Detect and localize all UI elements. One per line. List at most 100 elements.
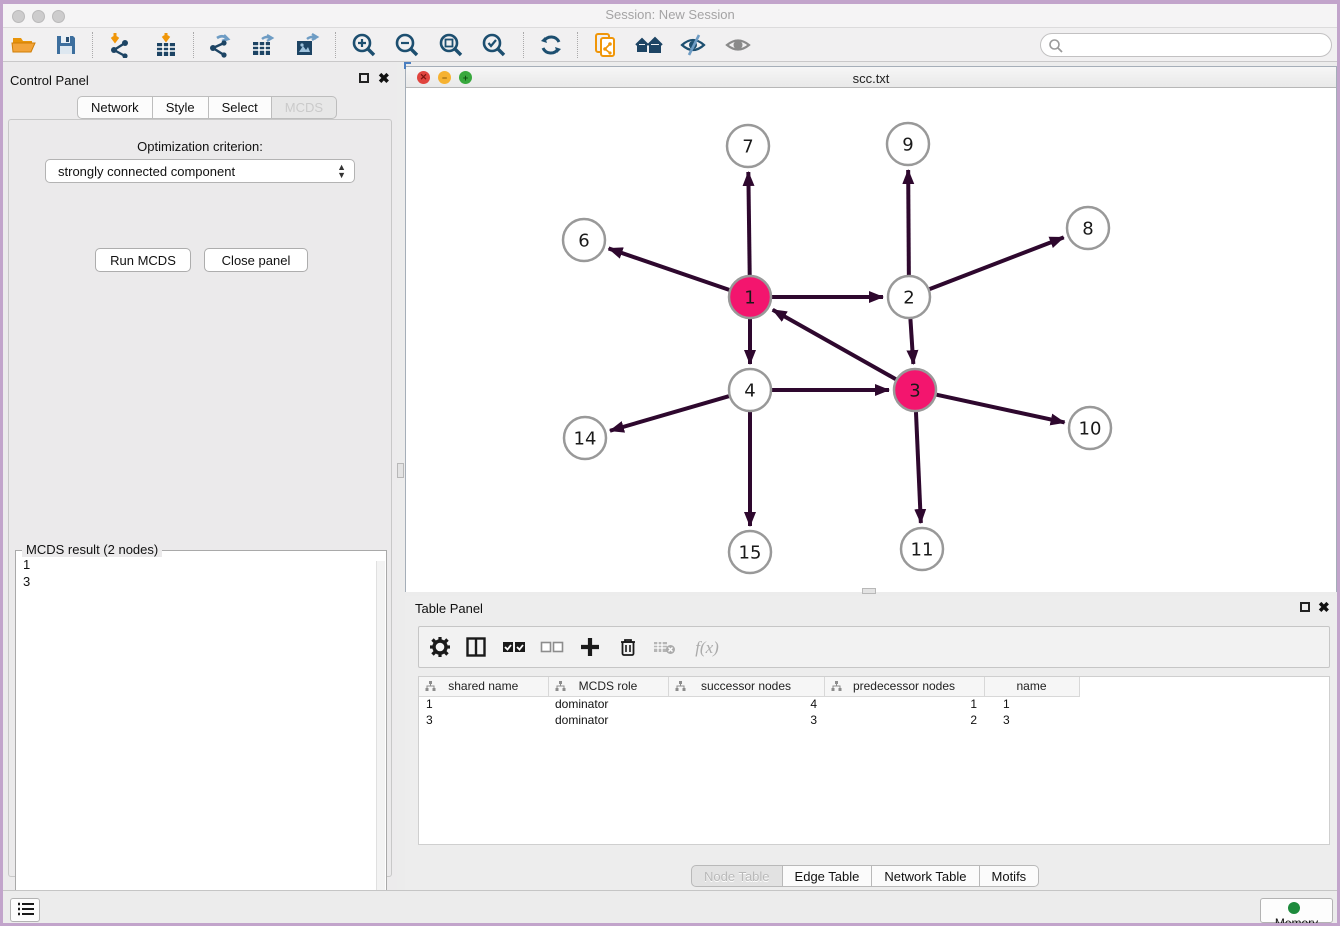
network-canvas[interactable]: 1234678910111415 <box>406 88 1336 592</box>
graph-edge-2-3[interactable] <box>910 319 913 364</box>
title-bar: Session: New Session <box>0 0 1340 28</box>
node-table-container: shared name MCDS role successor nodes pr… <box>418 676 1330 845</box>
apply-layout-button[interactable] <box>535 30 567 60</box>
dropdown-stepper-icon: ▲▼ <box>337 163 346 179</box>
deselect-all-rows-button[interactable] <box>537 633 567 663</box>
memory-status-dot <box>1288 902 1300 914</box>
criterion-dropdown[interactable]: strongly connected component ▲▼ <box>45 159 355 183</box>
clone-network-icon <box>593 32 619 58</box>
table-cell[interactable]: 3 <box>984 712 1079 728</box>
zoom-fit-button[interactable] <box>435 30 467 60</box>
export-table-icon <box>250 32 276 58</box>
open-session-button[interactable] <box>8 30 40 60</box>
column-header-successor-nodes[interactable]: successor nodes <box>668 677 824 696</box>
tab-node-table[interactable]: Node Table <box>691 865 783 887</box>
control-panel: Control Panel ✖ Network Style Select MCD… <box>0 62 397 890</box>
toolbar-separator <box>577 32 578 58</box>
column-tree-icon <box>831 681 842 692</box>
graph-edge-1-7[interactable] <box>748 172 749 275</box>
close-table-panel-icon[interactable]: ✖ <box>1318 601 1330 613</box>
refresh-icon <box>538 32 564 58</box>
graph-node-label: 8 <box>1082 219 1093 240</box>
graph-edge-3-11[interactable] <box>916 412 921 523</box>
zoom-in-button[interactable] <box>348 30 380 60</box>
table-cell[interactable]: dominator <box>548 696 668 712</box>
status-bar: Memory <box>0 890 1340 923</box>
column-header-name[interactable]: name <box>984 677 1079 696</box>
graph-edge-4-14[interactable] <box>610 396 729 431</box>
mcds-panel: Optimization criterion: strongly connect… <box>8 119 392 877</box>
export-image-icon <box>294 32 320 58</box>
table-cell[interactable]: 1 <box>984 696 1079 712</box>
float-table-panel-icon[interactable] <box>1300 602 1310 612</box>
column-header-predecessor-nodes[interactable]: predecessor nodes <box>824 677 984 696</box>
tab-edge-table[interactable]: Edge Table <box>783 865 873 887</box>
delete-table-button[interactable] <box>650 633 680 663</box>
table-cell[interactable]: 4 <box>668 696 824 712</box>
graph-edge-2-8[interactable] <box>930 237 1064 289</box>
open-folder-icon <box>11 32 37 58</box>
result-scrollbar[interactable] <box>376 561 385 926</box>
tab-select[interactable]: Select <box>209 96 272 119</box>
graph-node-label: 15 <box>739 543 762 564</box>
table-panel-tabs: Node Table Edge Table Network Table Moti… <box>691 865 1039 887</box>
result-line: 3 <box>16 573 386 590</box>
table-settings-button[interactable] <box>425 633 455 663</box>
network-window-titlebar[interactable]: ✕ − + scc.txt <box>406 67 1336 88</box>
import-network-button[interactable] <box>104 30 136 60</box>
close-panel-button[interactable]: Close panel <box>204 248 308 272</box>
horizontal-splitter-handle[interactable] <box>862 588 876 594</box>
column-header-mcds-role[interactable]: MCDS role <box>548 677 668 696</box>
graph-edge-2-9[interactable] <box>908 170 909 275</box>
show-eye-button[interactable] <box>722 30 754 60</box>
memory-button[interactable]: Memory <box>1260 898 1333 923</box>
export-image-button[interactable] <box>291 30 323 60</box>
tab-style[interactable]: Style <box>153 96 209 119</box>
delete-column-button[interactable] <box>613 633 643 663</box>
tab-network[interactable]: Network <box>77 96 153 119</box>
table-cell[interactable]: 1 <box>419 696 548 712</box>
table-panel-title: Table Panel <box>415 601 483 616</box>
toolbar-separator <box>92 32 93 58</box>
function-builder-button[interactable]: f(x) <box>687 633 727 663</box>
graph-edge-3-10[interactable] <box>936 395 1064 423</box>
export-table-button[interactable] <box>247 30 279 60</box>
tab-network-table[interactable]: Network Table <box>872 865 979 887</box>
column-header-shared-name[interactable]: shared name <box>419 677 548 696</box>
column-tree-icon <box>425 681 436 692</box>
zoom-out-button[interactable] <box>391 30 423 60</box>
zoom-selected-button[interactable] <box>478 30 510 60</box>
save-session-button[interactable] <box>50 30 82 60</box>
table-cell[interactable]: 3 <box>668 712 824 728</box>
gear-icon <box>429 636 451 658</box>
export-network-icon <box>207 32 233 58</box>
graph-edge-1-6[interactable] <box>609 248 730 289</box>
import-table-button[interactable] <box>150 30 182 60</box>
run-mcds-button[interactable]: Run MCDS <box>95 248 191 272</box>
select-all-rows-button[interactable] <box>499 633 529 663</box>
table-cell[interactable]: 2 <box>824 712 984 728</box>
unchecked-boxes-icon <box>540 636 564 658</box>
float-panel-icon[interactable] <box>359 73 369 83</box>
mcds-result-title: MCDS result (2 nodes) <box>22 542 162 557</box>
table-cell[interactable]: 1 <box>824 696 984 712</box>
search-input[interactable] <box>1067 35 1323 55</box>
close-panel-icon[interactable]: ✖ <box>378 72 390 84</box>
clone-network-button[interactable] <box>590 30 622 60</box>
home-button[interactable] <box>633 30 665 60</box>
table-row[interactable]: 1dominator411 <box>419 696 1079 712</box>
table-cell[interactable]: dominator <box>548 712 668 728</box>
graph-node-label: 9 <box>902 135 913 156</box>
export-network-button[interactable] <box>204 30 236 60</box>
vertical-splitter-handle[interactable] <box>397 463 404 478</box>
show-columns-button[interactable] <box>461 633 491 663</box>
table-cell[interactable]: 3 <box>419 712 548 728</box>
task-history-button[interactable] <box>10 898 40 922</box>
graph-node-label: 11 <box>911 540 934 561</box>
tab-motifs[interactable]: Motifs <box>980 865 1040 887</box>
tab-mcds[interactable]: MCDS <box>272 96 337 119</box>
table-row[interactable]: 3dominator323 <box>419 712 1079 728</box>
graph-edge-3-1[interactable] <box>773 310 896 379</box>
create-column-button[interactable] <box>575 633 605 663</box>
hide-eye-button[interactable] <box>677 30 709 60</box>
